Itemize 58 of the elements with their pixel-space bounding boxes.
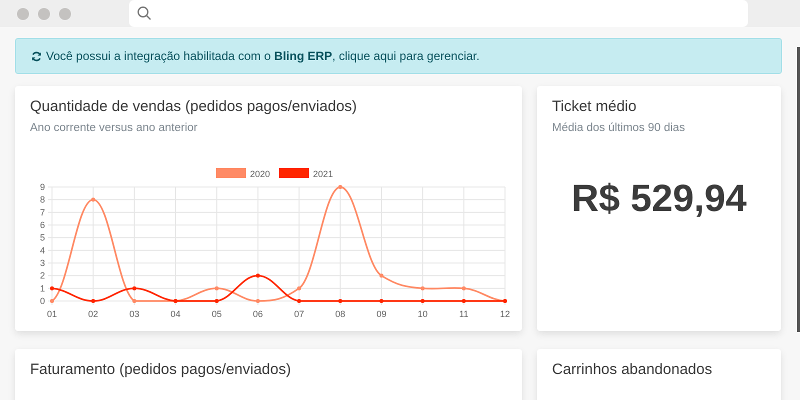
- data-point: [132, 299, 136, 303]
- axis-label: 05: [212, 309, 222, 319]
- axis-label: 5: [40, 232, 45, 243]
- card-title: Ticket médio: [552, 98, 638, 115]
- data-point: [379, 274, 384, 278]
- card-title: Quantidade de vendas (pedidos pagos/enviados): [30, 98, 358, 115]
- card-title: Faturamento (pedidos pagos/enviados): [30, 361, 292, 378]
- data-point: [420, 286, 425, 290]
- axis-label: 11: [459, 309, 468, 319]
- axis-label: 08: [335, 309, 346, 319]
- window-control[interactable]: [59, 8, 71, 20]
- axis-label: 6: [40, 220, 45, 230]
- legend-label: 2020: [250, 169, 270, 179]
- axis-label: 06: [252, 309, 263, 319]
- data-point: [338, 185, 342, 189]
- search-icon: [137, 6, 152, 21]
- data-point: [50, 286, 54, 290]
- data-point: [462, 286, 466, 290]
- axis-label: 09: [376, 309, 386, 319]
- data-point: [132, 286, 136, 290]
- data-point: [462, 299, 466, 303]
- search-field[interactable]: [129, 0, 748, 27]
- axis-label: 04: [170, 309, 181, 319]
- axis-label: 9: [40, 182, 45, 192]
- axis-label: 8: [40, 194, 45, 205]
- data-point: [91, 198, 96, 202]
- axis-label: 12: [500, 309, 510, 319]
- data-point: [420, 299, 425, 303]
- data-point: [338, 299, 342, 303]
- window-control[interactable]: [17, 8, 29, 20]
- window-control[interactable]: [38, 8, 50, 20]
- axis-label: 7: [40, 207, 45, 218]
- card-title: Carrinhos abandonados: [552, 361, 714, 378]
- legend-label: 2021: [313, 169, 334, 179]
- axis-label: 1: [40, 283, 45, 294]
- data-point: [256, 299, 260, 303]
- refresh-icon: [31, 50, 42, 62]
- axis-label: 4: [40, 245, 45, 256]
- data-point: [214, 299, 219, 303]
- card-subtitle: Ano corrente versus ano anterior: [30, 122, 198, 134]
- axis-label: 3: [40, 258, 45, 268]
- data-point: [50, 299, 54, 303]
- data-point: [297, 299, 302, 303]
- data-point: [214, 286, 219, 290]
- data-point: [297, 286, 302, 290]
- scrollbar[interactable]: [797, 47, 800, 332]
- axis-label: 03: [129, 309, 140, 319]
- data-point: [379, 299, 384, 303]
- data-point: [256, 274, 260, 278]
- axis-label: 01: [47, 309, 57, 319]
- axis-label: 10: [418, 309, 428, 319]
- ticket-value: R$ 529,94: [570, 178, 748, 221]
- axis-label: 2: [40, 270, 45, 281]
- axis-label: 07: [294, 309, 304, 319]
- axis-label: 0: [40, 296, 45, 306]
- axis-label: 02: [88, 309, 98, 319]
- card-subtitle: Média dos últimos 90 dias: [552, 122, 686, 134]
- data-point: [91, 299, 96, 303]
